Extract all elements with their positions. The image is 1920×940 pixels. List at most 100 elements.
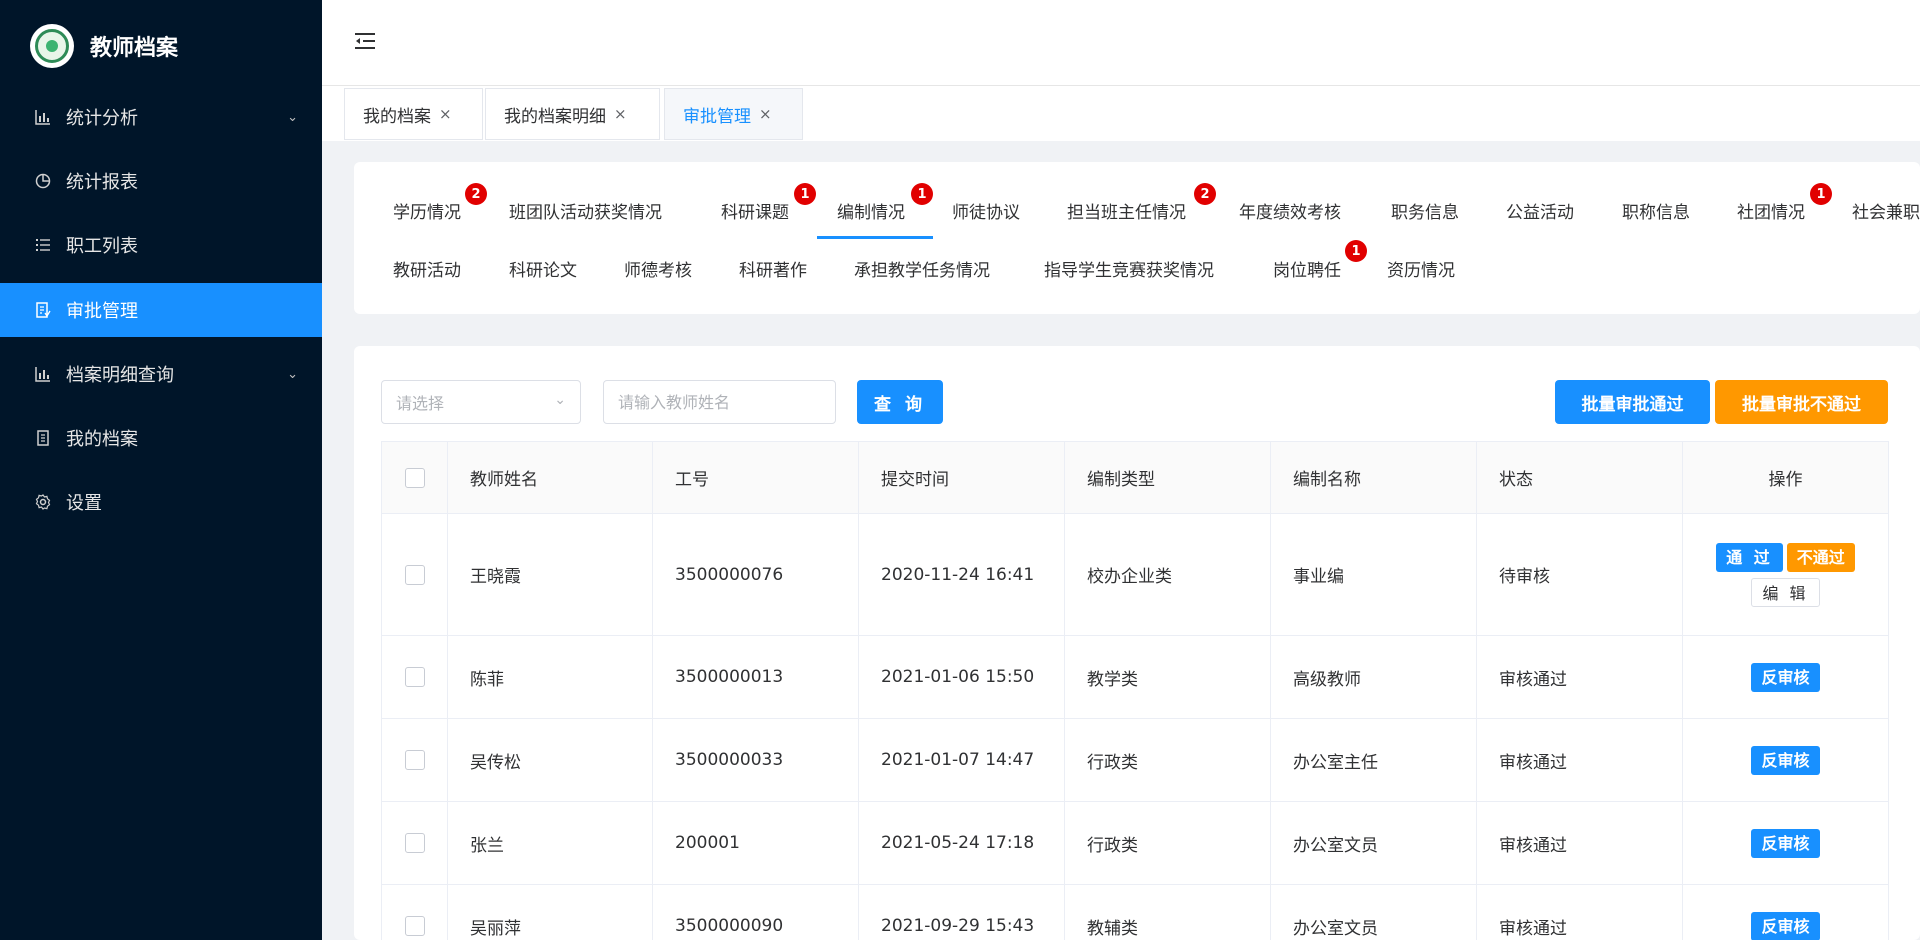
cell-time: 2021-05-24 17:18 — [858, 801, 1065, 885]
revoke-approval-button[interactable]: 反审核 — [1751, 828, 1820, 858]
row-check-cell — [381, 801, 448, 885]
category-tab-mentor-agreement[interactable]: 师徒协议 — [952, 198, 1020, 223]
bar-chart-icon — [32, 109, 54, 125]
table-row: 王晓霞 3500000076 2020-11-24 16:41 校办企业类 事业… — [381, 513, 1889, 636]
page-tab-approval[interactable]: 审批管理 × — [664, 88, 803, 140]
cell-title: 事业编 — [1270, 513, 1477, 636]
table-row: 张兰 200001 2021-05-24 17:18 行政类 办公室文员 审核通… — [381, 801, 1889, 885]
category-tab-research-projects[interactable]: 科研课题 — [721, 198, 789, 223]
page-tab-my-archive[interactable]: 我的档案 × — [344, 88, 483, 140]
cell-time: 2021-01-07 14:47 — [858, 718, 1065, 802]
sidebar-item-my-archive[interactable]: 我的档案 — [0, 406, 322, 470]
chevron-down-icon: ⌄ — [554, 392, 566, 408]
status-select[interactable]: 请选择 ⌄ — [381, 380, 581, 424]
list-icon — [32, 237, 54, 253]
active-tab-indicator — [817, 236, 933, 239]
cell-actions: 反审核 — [1682, 884, 1889, 940]
category-tabs-panel: 学历情况 2 班团队活动获奖情况 科研课题 1 编制情况 1 师徒协议 担当班主… — [354, 162, 1920, 314]
category-tab-position-info[interactable]: 职务信息 — [1391, 198, 1459, 223]
sidebar-item-approval[interactable]: 审批管理 — [0, 283, 322, 337]
cell-title: 办公室文员 — [1270, 884, 1477, 940]
sidebar-item-archive-query[interactable]: 档案明细查询 ⌄ — [0, 342, 322, 406]
close-icon[interactable]: × — [614, 105, 627, 123]
category-tab-qualifications[interactable]: 资历情况 — [1387, 256, 1455, 281]
cell-id: 200001 — [652, 801, 859, 885]
category-tab-teaching-research[interactable]: 教研活动 — [393, 256, 461, 281]
cell-time: 2021-09-29 15:43 — [858, 884, 1065, 940]
row-check-cell — [381, 635, 448, 719]
menu-fold-icon[interactable] — [352, 28, 378, 54]
cell-name: 张兰 — [447, 801, 653, 885]
cell-status: 审核通过 — [1476, 801, 1683, 885]
cell-actions: 反审核 — [1682, 801, 1889, 885]
category-tab-post-appointment[interactable]: 岗位聘任 — [1273, 256, 1341, 281]
revoke-approval-button[interactable]: 反审核 — [1751, 911, 1820, 940]
select-all-checkbox-cell — [381, 441, 448, 514]
category-tab-student-competition[interactable]: 指导学生竞赛获奖情况 — [1044, 256, 1214, 281]
select-all-checkbox[interactable] — [404, 467, 425, 488]
count-badge: 1 — [1810, 183, 1832, 205]
sidebar-item-stats-analysis[interactable]: 统计分析 ⌄ — [0, 85, 322, 149]
category-tab-establishment[interactable]: 编制情况 — [837, 198, 905, 223]
sidebar-item-label: 审批管理 — [66, 301, 138, 322]
category-tab-teaching-tasks[interactable]: 承担教学任务情况 — [854, 256, 990, 281]
cell-status: 审核通过 — [1476, 718, 1683, 802]
batch-approve-button[interactable]: 批量审批通过 — [1555, 380, 1710, 424]
column-header: 编制类型 — [1064, 441, 1271, 514]
sidebar: 教师档案 统计分析 ⌄ 统计报表 职工列表 审批管理 档案明细查询 ⌄ 我的档案… — [0, 0, 322, 940]
close-icon[interactable]: × — [439, 105, 452, 123]
sidebar-item-stats-report[interactable]: 统计报表 — [0, 149, 322, 213]
category-tab-class-activity-awards[interactable]: 班团队活动获奖情况 — [509, 198, 662, 223]
cell-status: 待审核 — [1476, 513, 1683, 636]
sidebar-item-label: 统计报表 — [66, 172, 138, 193]
revoke-approval-button[interactable]: 反审核 — [1751, 745, 1820, 775]
column-header: 状态 — [1476, 441, 1683, 514]
category-tab-public-welfare[interactable]: 公益活动 — [1506, 198, 1574, 223]
category-tab-annual-performance[interactable]: 年度绩效考核 — [1239, 198, 1341, 223]
approve-button[interactable]: 通 过 — [1716, 542, 1783, 572]
cell-status: 审核通过 — [1476, 635, 1683, 719]
count-badge: 1 — [911, 183, 933, 205]
query-button[interactable]: 查 询 — [857, 380, 943, 424]
category-tab-ethics-assessment[interactable]: 师德考核 — [624, 256, 692, 281]
sidebar-item-label: 我的档案 — [66, 429, 138, 450]
category-tab-professional-title[interactable]: 职称信息 — [1622, 198, 1690, 223]
cell-type: 行政类 — [1064, 801, 1271, 885]
cell-time: 2021-01-06 15:50 — [858, 635, 1065, 719]
category-tab-research-works[interactable]: 科研著作 — [739, 256, 807, 281]
cell-name: 吴丽萍 — [447, 884, 653, 940]
approval-table: 教师姓名 工号 提交时间 编制类型 编制名称 状态 操作 王晓霞 3500000… — [381, 441, 1889, 940]
document-icon — [32, 302, 54, 318]
sidebar-item-staff-list[interactable]: 职工列表 — [0, 213, 322, 277]
category-tab-social-part-time[interactable]: 社会兼职 — [1852, 198, 1920, 223]
page-tab-my-archive-detail[interactable]: 我的档案明细 × — [485, 88, 660, 140]
category-tab-head-teacher[interactable]: 担当班主任情况 — [1067, 198, 1186, 223]
chevron-down-icon: ⌄ — [287, 366, 298, 382]
cell-name: 吴传松 — [447, 718, 653, 802]
gear-icon — [32, 494, 54, 510]
sidebar-item-settings[interactable]: 设置 — [0, 470, 322, 534]
cell-title: 高级教师 — [1270, 635, 1477, 719]
reject-button[interactable]: 不通过 — [1786, 542, 1855, 572]
row-checkbox[interactable] — [404, 833, 425, 853]
category-tab-research-papers[interactable]: 科研论文 — [509, 256, 577, 281]
count-badge: 2 — [465, 183, 487, 205]
top-header — [322, 0, 1920, 86]
row-checkbox[interactable] — [404, 916, 425, 936]
row-checkbox[interactable] — [404, 564, 425, 585]
table-row: 吴传松 3500000033 2021-01-07 14:47 行政类 办公室主… — [381, 718, 1889, 802]
close-icon[interactable]: × — [759, 105, 772, 123]
column-header: 教师姓名 — [447, 441, 653, 514]
teacher-name-input[interactable] — [603, 380, 836, 424]
category-tab-club[interactable]: 社团情况 — [1737, 198, 1805, 223]
page-tabs-bar: 我的档案 × 我的档案明细 × 审批管理 × — [322, 86, 1920, 141]
cell-status: 审核通过 — [1476, 884, 1683, 940]
row-checkbox[interactable] — [404, 750, 425, 770]
batch-reject-button[interactable]: 批量审批不通过 — [1715, 380, 1888, 424]
edit-button[interactable]: 编 辑 — [1751, 577, 1820, 607]
revoke-approval-button[interactable]: 反审核 — [1751, 662, 1820, 692]
category-tab-education[interactable]: 学历情况 — [393, 198, 461, 223]
row-checkbox[interactable] — [404, 667, 425, 687]
page-tab-label: 审批管理 — [683, 106, 751, 127]
app-logo — [30, 24, 74, 68]
